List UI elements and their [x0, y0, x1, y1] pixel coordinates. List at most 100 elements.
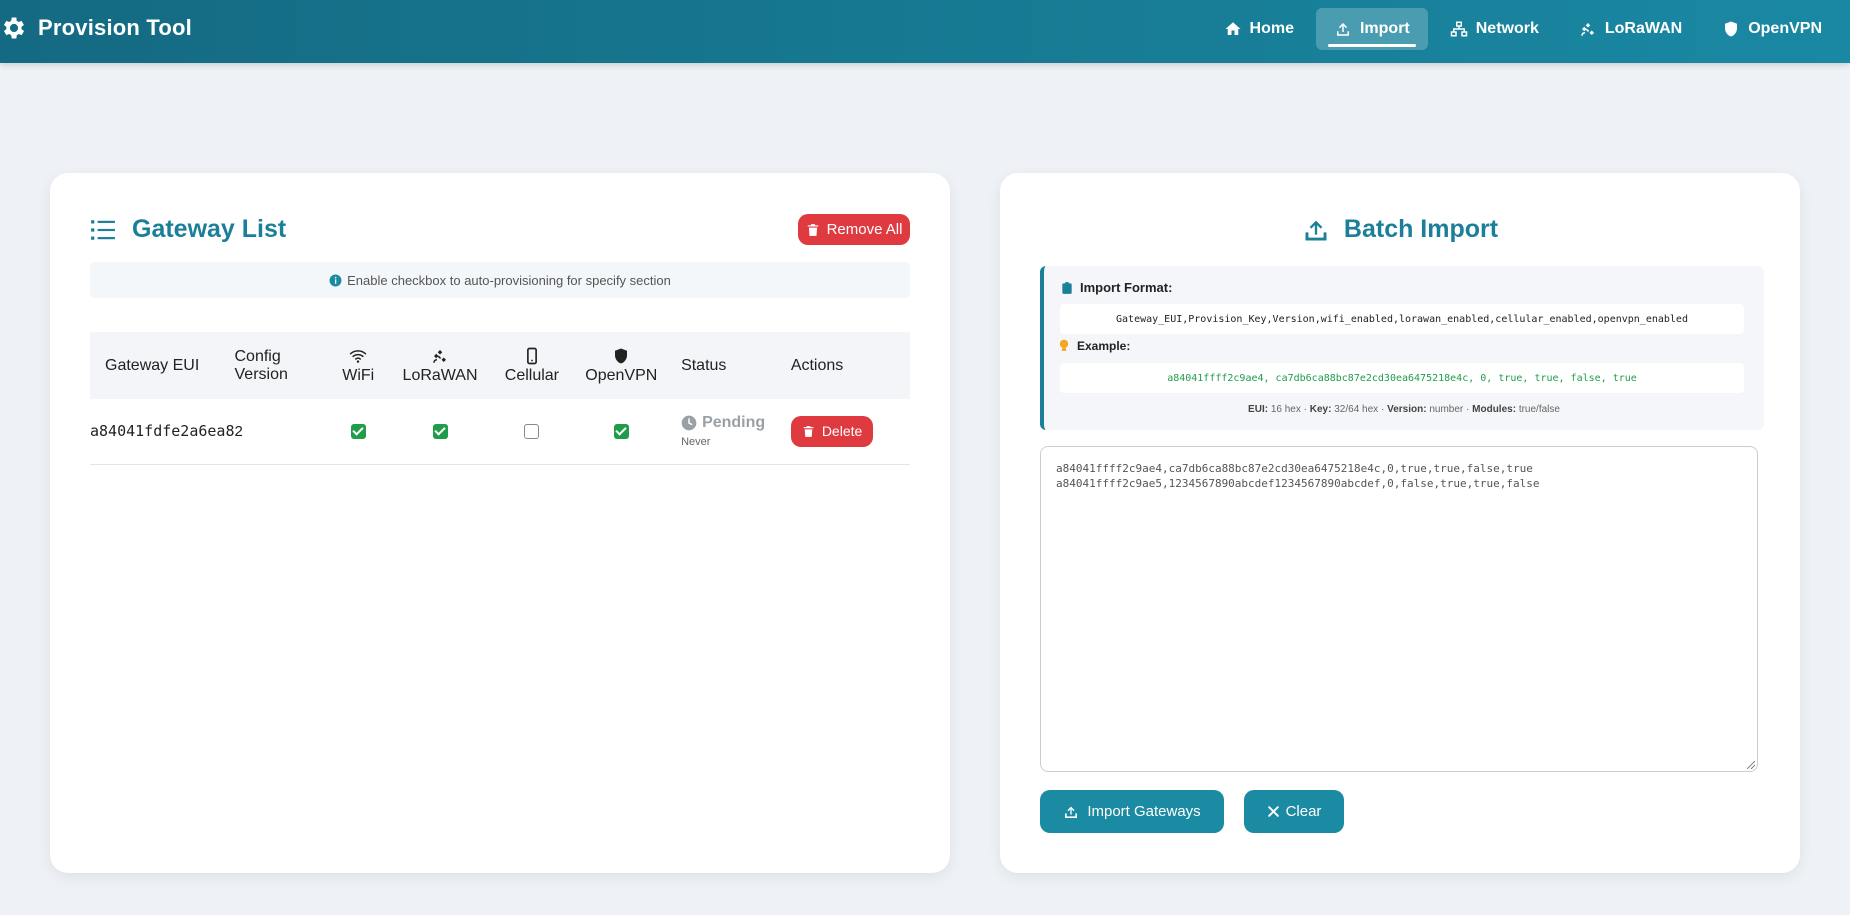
- list-icon: [91, 219, 115, 240]
- col-lorawan: LoRaWAN: [393, 332, 488, 399]
- nav-openvpn-label: OpenVPN: [1748, 20, 1822, 37]
- nav-import-label: Import: [1359, 20, 1410, 37]
- cellular-checkbox[interactable]: [524, 424, 540, 440]
- col-config-version-line1: Config: [234, 347, 281, 365]
- example-label: Example:: [1077, 339, 1131, 353]
- config-version-cell: 2: [234, 422, 243, 440]
- col-config-version-line2: Version: [234, 365, 288, 383]
- satellite-icon: [433, 349, 447, 363]
- clear-button[interactable]: Clear: [1244, 790, 1344, 833]
- delete-label: Delete: [821, 423, 863, 440]
- trash-icon: [807, 223, 818, 236]
- main-nav: Home Import Network LoRaWAN OpenVPN: [1202, 8, 1840, 50]
- clear-label: Clear: [1285, 803, 1322, 820]
- legend-version-key: Version:: [1387, 404, 1427, 415]
- col-actions: Actions: [790, 356, 844, 374]
- remove-all-label: Remove All: [826, 221, 903, 238]
- nav-lorawan-label: LoRaWAN: [1604, 20, 1683, 37]
- legend-sep: ·: [1303, 404, 1307, 415]
- cellular-cell: [487, 399, 576, 464]
- col-wifi: WiFi: [324, 332, 393, 399]
- mobile-phone-icon: [526, 347, 537, 364]
- gateway-list-heading: Gateway List: [90, 215, 286, 244]
- clock-icon: [681, 415, 697, 431]
- batch-import-heading: Batch Import: [1000, 215, 1800, 244]
- openvpn-checkbox[interactable]: [613, 424, 629, 440]
- legend-sep: ·: [1380, 404, 1385, 415]
- table-header-row: Gateway EUI Config Version WiFi LoRaWAN …: [90, 332, 910, 399]
- gateway-list-title: Gateway List: [132, 215, 287, 243]
- table-row: a84041fdfe2a6ea8 2 Pending Never Delete: [90, 399, 910, 464]
- delete-button[interactable]: Delete: [790, 415, 874, 447]
- import-gateways-button[interactable]: Import Gateways: [1040, 790, 1224, 833]
- legend-version-val: number: [1429, 404, 1464, 415]
- openvpn-cell: [576, 399, 666, 464]
- clipboard-icon: [1062, 281, 1072, 294]
- batch-import-title: Batch Import: [1343, 215, 1499, 243]
- info-text: Enable checkbox to auto-provisioning for…: [347, 272, 671, 288]
- example-code: a84041ffff2c9ae4, ca7db6ca88bc87e2cd30ea…: [1060, 363, 1744, 393]
- lorawan-cell: [393, 399, 488, 464]
- import-gateways-label: Import Gateways: [1087, 803, 1201, 820]
- gateway-eui-cell: a84041fdfe2a6ea8: [90, 422, 235, 441]
- legend-eui-val: 16 hex: [1270, 404, 1301, 415]
- nav-lorawan[interactable]: LoRaWAN: [1561, 8, 1700, 50]
- col-cellular: Cellular: [487, 332, 576, 399]
- app-title: Provision Tool: [38, 15, 192, 40]
- shield-icon: [615, 348, 628, 363]
- textarea-line: a84041ffff2c9ae5,1234567890abcdef1234567…: [1056, 477, 1540, 490]
- import-format-heading: Import Format:: [1060, 280, 1172, 295]
- col-status: Status: [681, 356, 727, 374]
- satellite-icon: [1581, 23, 1594, 36]
- top-navbar: Provision Tool Home Import Network LoRaW…: [0, 0, 1850, 63]
- resize-handle[interactable]: [1747, 761, 1755, 769]
- nav-network-label: Network: [1475, 20, 1539, 37]
- wifi-checkbox[interactable]: [350, 424, 366, 440]
- col-cellular-label: Cellular: [504, 366, 560, 384]
- gear-icon: [3, 17, 25, 39]
- legend-eui-key: EUI:: [1248, 404, 1269, 415]
- wifi-cell: [324, 399, 393, 464]
- home-icon: [1225, 22, 1241, 35]
- gateway-list-card: Gateway List Remove All Enable checkbox …: [50, 173, 950, 873]
- status-text: Pending: [702, 414, 766, 432]
- legend-modules-key: Modules:: [1472, 404, 1517, 415]
- lightbulb-icon: [1059, 339, 1069, 351]
- col-config-version: Config Version: [235, 332, 324, 399]
- shield-icon: [1725, 21, 1738, 37]
- import-format-panel: Import Format: Gateway_EUI,Provision_Key…: [1040, 266, 1764, 430]
- gateway-table: Gateway EUI Config Version WiFi LoRaWAN …: [90, 332, 910, 465]
- status-badge: Pending: [681, 414, 776, 432]
- legend-sep: ·: [1466, 404, 1470, 415]
- remove-all-button[interactable]: Remove All: [798, 214, 910, 245]
- lorawan-checkbox[interactable]: [432, 424, 448, 440]
- wifi-icon: [349, 349, 367, 363]
- legend-key-val: 32/64 hex: [1334, 404, 1379, 415]
- format-code: Gateway_EUI,Provision_Key,Version,wifi_e…: [1060, 304, 1744, 334]
- info-hint: Enable checkbox to auto-provisioning for…: [90, 262, 910, 298]
- last-seen-text: Never: [681, 436, 711, 449]
- close-icon: [1267, 806, 1279, 817]
- example-heading: Example:: [1058, 339, 1130, 353]
- nav-network[interactable]: Network: [1432, 8, 1557, 50]
- col-gateway-eui: Gateway EUI: [105, 356, 200, 374]
- nav-openvpn[interactable]: OpenVPN: [1704, 8, 1840, 50]
- import-textarea[interactable]: a84041ffff2c9ae4,ca7db6ca88bc87e2cd30ea6…: [1040, 446, 1758, 772]
- status-cell: Pending Never: [666, 399, 776, 464]
- network-icon: [1450, 21, 1467, 37]
- col-openvpn: OpenVPN: [576, 332, 666, 399]
- col-openvpn-label: OpenVPN: [585, 366, 658, 384]
- nav-home[interactable]: Home: [1206, 8, 1312, 50]
- format-legend: EUI: 16 hex · Key: 32/64 hex · Version: …: [1044, 404, 1764, 415]
- col-lorawan-label: LoRaWAN: [402, 366, 478, 384]
- nav-home-label: Home: [1249, 20, 1294, 37]
- upload-icon: [1065, 806, 1078, 818]
- nav-import[interactable]: Import: [1315, 8, 1428, 50]
- info-icon: [329, 274, 342, 286]
- actions-cell: Delete: [776, 399, 910, 464]
- legend-key-key: Key:: [1309, 404, 1332, 415]
- brand[interactable]: Provision Tool: [0, 14, 192, 42]
- upload-icon: [1305, 220, 1327, 240]
- trash-icon: [803, 425, 814, 437]
- upload-icon: [1336, 23, 1349, 36]
